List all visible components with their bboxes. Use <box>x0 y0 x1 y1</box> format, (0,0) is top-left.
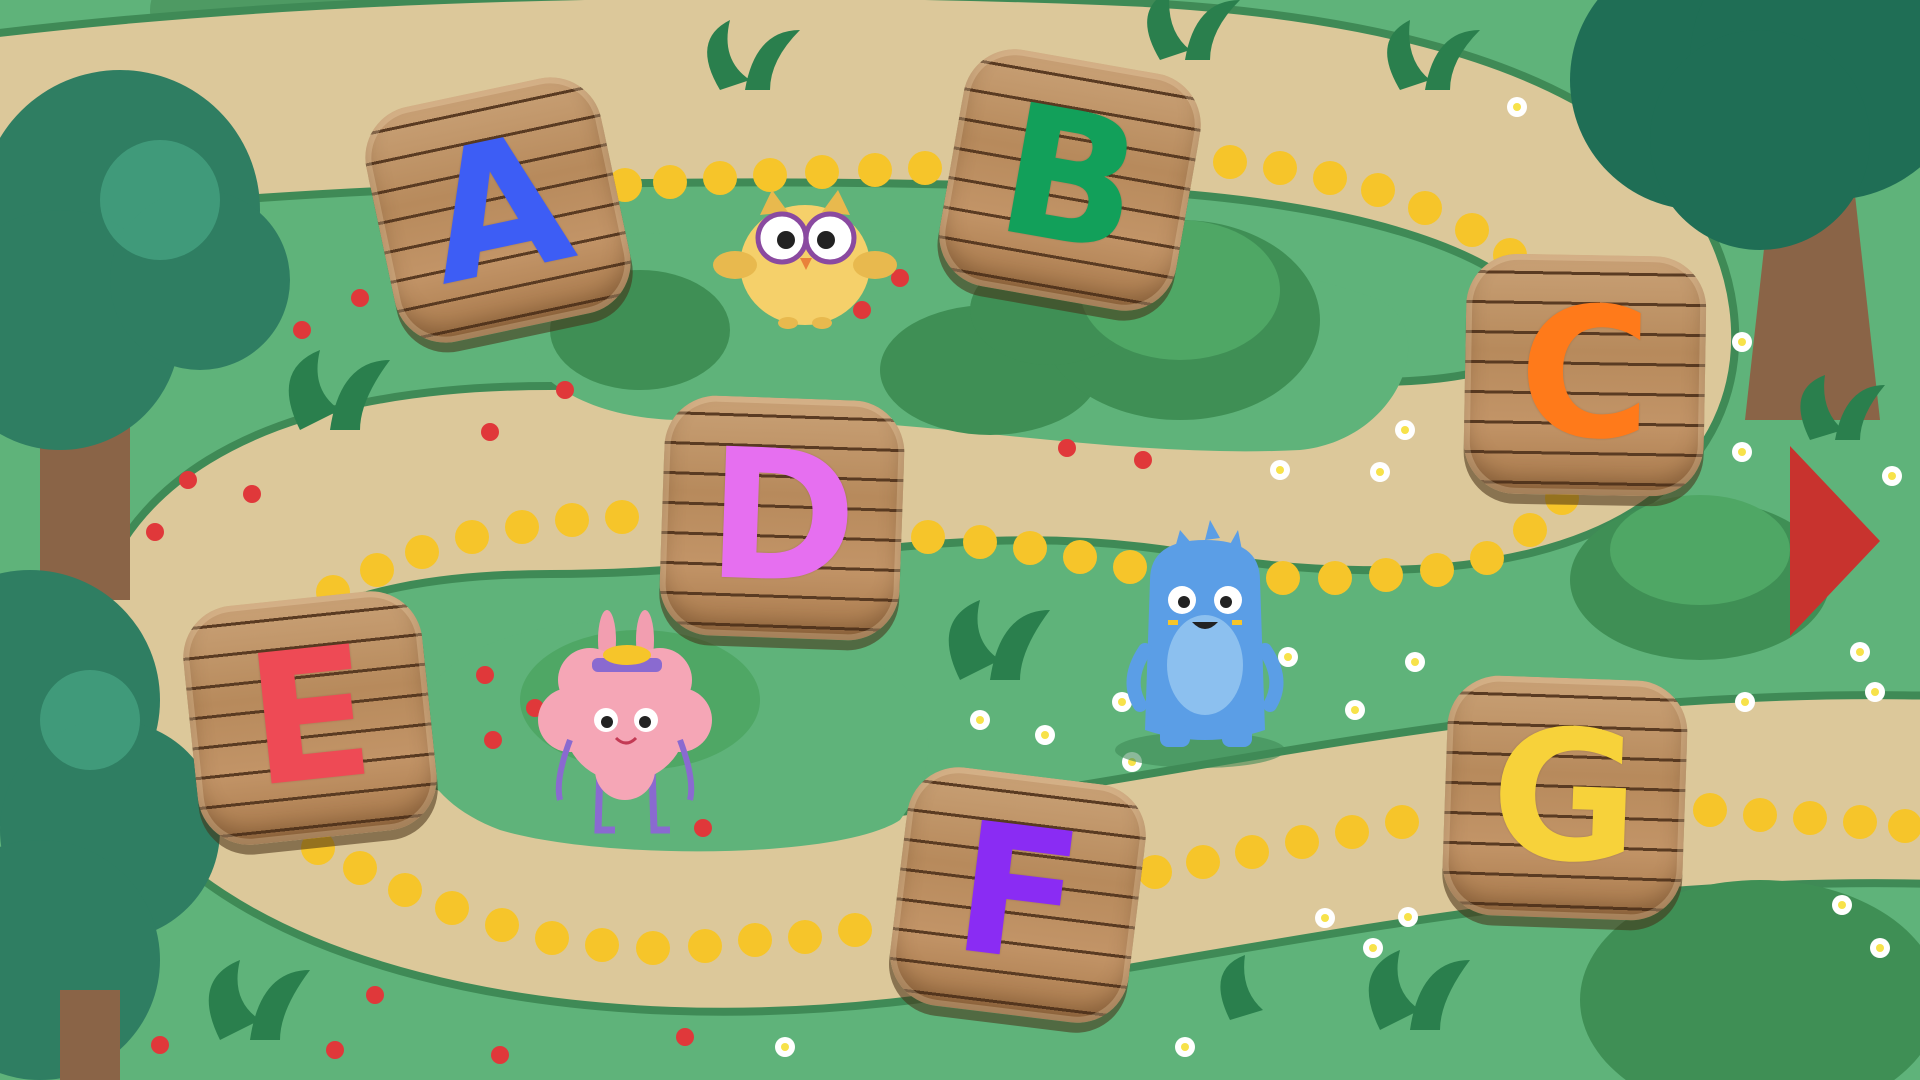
letter-d: D <box>703 410 861 625</box>
letter-tile-c[interactable]: C <box>1462 252 1708 498</box>
letter-a: A <box>408 92 588 327</box>
letter-tile-f[interactable]: F <box>884 761 1152 1029</box>
letter-b: B <box>984 64 1156 295</box>
letter-c: C <box>1517 268 1653 481</box>
letter-g: G <box>1487 690 1643 905</box>
next-button[interactable] <box>1790 446 1880 636</box>
letter-e: E <box>237 607 383 828</box>
play-triangle-icon <box>1790 446 1880 636</box>
letter-tile-e[interactable]: E <box>178 586 442 850</box>
letter-tile-a[interactable]: A <box>355 67 641 353</box>
letter-tile-d[interactable]: D <box>657 393 907 643</box>
letter-tile-g[interactable]: G <box>1440 673 1690 923</box>
letter-f: F <box>944 783 1092 1006</box>
game-board: A B C D E F G <box>0 0 1920 1080</box>
letter-tile-b[interactable]: B <box>930 40 1210 320</box>
